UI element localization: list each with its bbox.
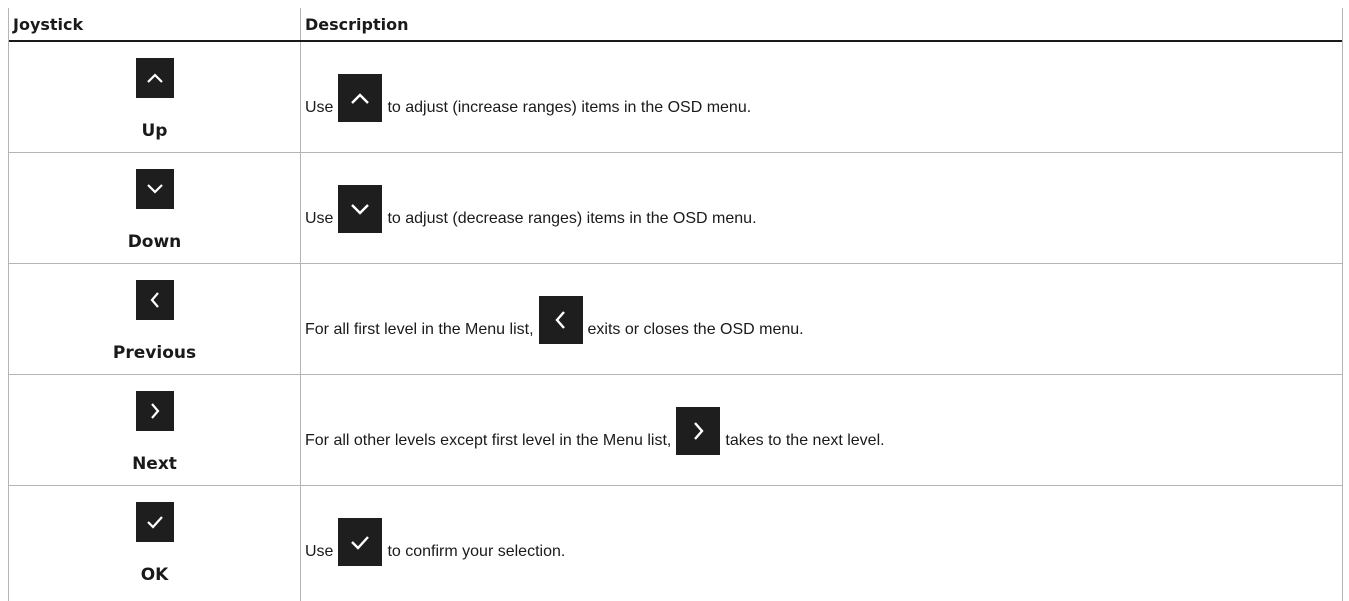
- joystick-label: Up: [141, 121, 168, 141]
- joystick-cell: Down: [9, 153, 301, 263]
- table-header: Joystick Description: [9, 8, 1342, 42]
- description-text: Use to confirm your selection.: [305, 518, 565, 566]
- description-before: Use: [305, 210, 334, 227]
- table-row-down: Down Use to adjust (decrease ranges) ite…: [9, 153, 1342, 264]
- inline-ok-button: [338, 518, 383, 566]
- checkmark-icon: [147, 516, 163, 529]
- description-text: For all first level in the Menu list, ex…: [305, 296, 804, 344]
- description-after: exits or closes the OSD menu.: [587, 321, 804, 338]
- joystick-cell: Previous: [9, 264, 301, 374]
- joystick-label: OK: [140, 565, 169, 585]
- chevron-down-icon: [147, 184, 163, 194]
- inline-next-button: [676, 407, 721, 455]
- ok-button-icon: [136, 502, 174, 542]
- description-text: Use to adjust (increase ranges) items in…: [305, 74, 751, 122]
- chevron-up-icon: [147, 73, 163, 83]
- down-button-icon: [136, 169, 174, 209]
- chevron-right-icon: [151, 403, 160, 419]
- chevron-left-icon: [150, 292, 159, 308]
- inline-down-button: [338, 185, 383, 233]
- table-row-up: Up Use to adjust (increase ranges) items…: [9, 42, 1342, 153]
- header-joystick: Joystick: [9, 8, 301, 40]
- inline-previous-button: [538, 296, 583, 344]
- description-after: to confirm your selection.: [387, 543, 566, 560]
- description-cell: Use to adjust (decrease ranges) items in…: [301, 153, 1340, 263]
- description-after: to adjust (decrease ranges) items in the…: [387, 210, 757, 227]
- joystick-cell: Up: [9, 42, 301, 152]
- up-button-icon: [136, 58, 174, 98]
- description-before: For all first level in the Menu list,: [305, 321, 534, 338]
- chevron-right-icon: [693, 422, 704, 440]
- table-row-previous: Previous For all first level in the Menu…: [9, 264, 1342, 375]
- joystick-label: Down: [127, 232, 182, 252]
- checkmark-icon: [351, 535, 370, 550]
- joystick-label: Previous: [112, 343, 197, 363]
- description-after: to adjust (increase ranges) items in the…: [387, 99, 752, 116]
- chevron-left-icon: [555, 311, 565, 329]
- chevron-up-icon: [351, 92, 370, 104]
- inline-up-button: [338, 74, 383, 122]
- joystick-table: Joystick Description Up Use to adjust (i…: [8, 8, 1343, 601]
- chevron-down-icon: [351, 203, 370, 215]
- description-text: For all other levels except first level …: [305, 407, 885, 455]
- description-before: Use: [305, 543, 334, 560]
- table-row-next: Next For all other levels except first l…: [9, 375, 1342, 486]
- description-cell: For all other levels except first level …: [301, 375, 1340, 485]
- header-description: Description: [305, 15, 409, 34]
- description-text: Use to adjust (decrease ranges) items in…: [305, 185, 757, 233]
- description-before: For all other levels except first level …: [305, 432, 672, 449]
- joystick-cell: OK: [9, 486, 301, 601]
- next-button-icon: [136, 391, 174, 431]
- table-row-ok: OK Use to confirm your selection.: [9, 486, 1342, 601]
- joystick-cell: Next: [9, 375, 301, 485]
- description-cell: For all first level in the Menu list, ex…: [301, 264, 1340, 374]
- previous-button-icon: [136, 280, 174, 320]
- description-cell: Use to adjust (increase ranges) items in…: [301, 42, 1340, 152]
- joystick-label: Next: [132, 454, 177, 474]
- description-before: Use: [305, 99, 334, 116]
- description-after: takes to the next level.: [725, 432, 885, 449]
- description-cell: Use to confirm your selection.: [301, 486, 1340, 601]
